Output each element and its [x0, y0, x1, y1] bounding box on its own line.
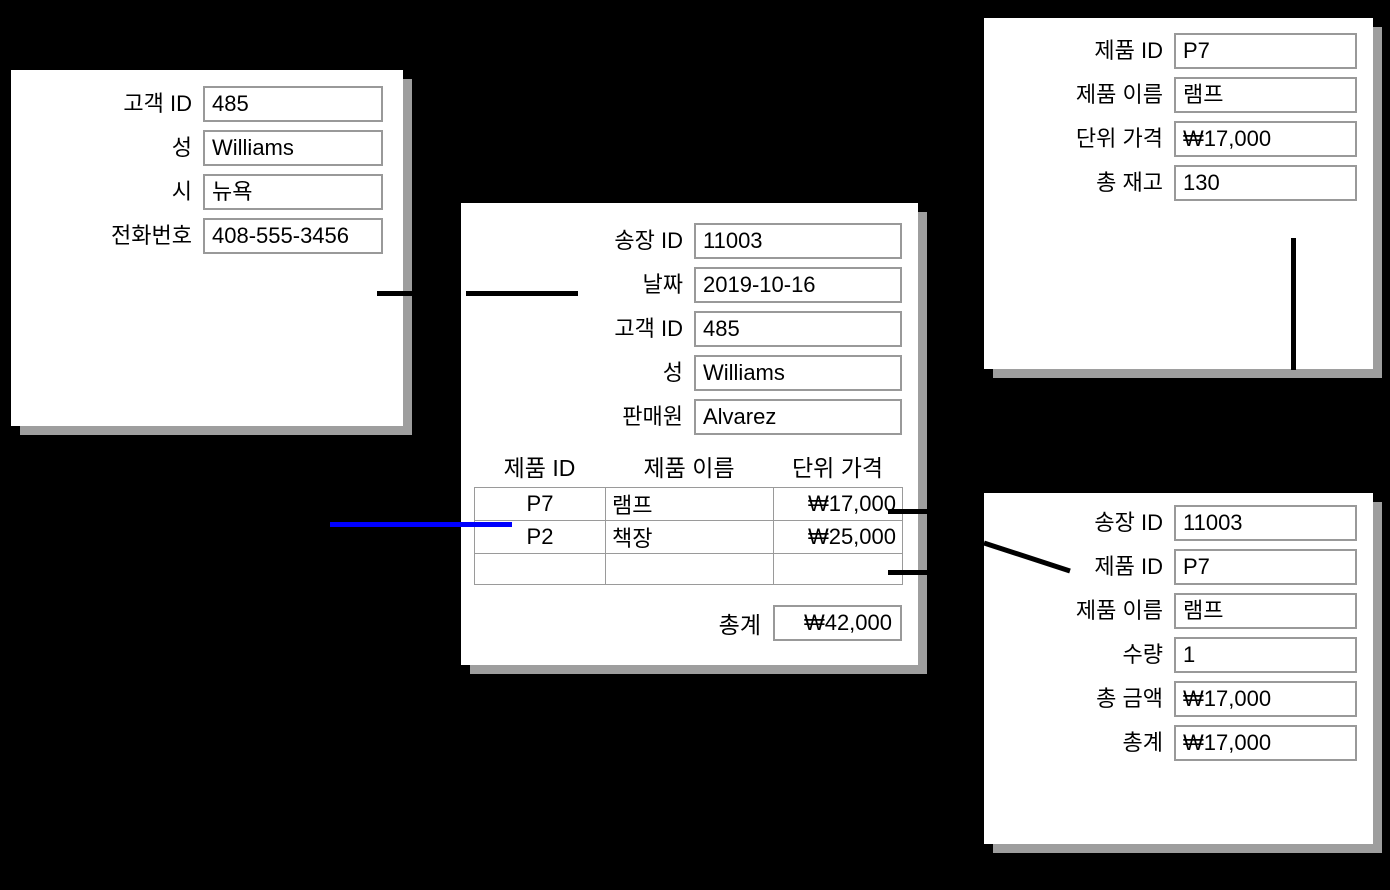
- field-row-city[interactable]: 시 뉴욕: [11, 174, 385, 210]
- field-label-li-quantity: 수량: [1122, 641, 1163, 667]
- field-label-unit-price: 단위 가격: [1075, 125, 1163, 151]
- field-input-phone[interactable]: 408-555-3456: [203, 218, 383, 254]
- table-row[interactable]: [474, 553, 903, 585]
- field-input-salesperson[interactable]: Alvarez: [694, 399, 902, 435]
- field-input-li-invoice-id[interactable]: 11003: [1174, 505, 1357, 541]
- invoice-total-label: 총계: [718, 612, 761, 638]
- field-input-invoice-id[interactable]: 11003: [694, 223, 902, 259]
- invoice-items-section: 제품 ID 제품 이름 단위 가격 P7 램프 ₩17,000 P2 책장 ₩2…: [474, 449, 903, 641]
- invoice-items-header: 제품 ID 제품 이름 단위 가격: [474, 449, 902, 483]
- cell-product-name[interactable]: 책장: [605, 520, 774, 554]
- field-label-last-name: 성: [171, 134, 192, 160]
- field-label-invoice-id: 송장 ID: [614, 227, 683, 253]
- invoice-total-row: 총계 ₩42,000: [474, 605, 902, 641]
- customer-card[interactable]: 고객 ID 485 성 Williams 시 뉴욕 전화번호 408-555-3…: [11, 70, 403, 426]
- field-input-li-total[interactable]: ₩17,000: [1174, 725, 1357, 761]
- field-row-li-product-name[interactable]: 제품 이름 램프: [984, 593, 1357, 629]
- connector-line-item-highlight: [330, 522, 512, 527]
- connector-customer-to-invoice-stub: [377, 291, 432, 296]
- field-row-phone[interactable]: 전화번호 408-555-3456: [11, 218, 385, 254]
- field-input-unit-price[interactable]: ₩17,000: [1174, 121, 1357, 157]
- field-label-product-name: 제품 이름: [1075, 81, 1163, 107]
- product-card-fields: 제품 ID P7 제품 이름 램프 단위 가격 ₩17,000 총 재고 130: [984, 33, 1357, 209]
- invoice-items-table[interactable]: P7 램프 ₩17,000 P2 책장 ₩25,000: [474, 487, 903, 585]
- field-row-invoice-date[interactable]: 날짜 2019-10-16: [461, 267, 902, 303]
- field-label-product-id: 제품 ID: [1094, 37, 1163, 63]
- field-row-invoice-id[interactable]: 송장 ID 11003: [461, 223, 902, 259]
- field-input-total-stock[interactable]: 130: [1174, 165, 1357, 201]
- field-input-city[interactable]: 뉴욕: [203, 174, 383, 210]
- column-header-unit-price: 단위 가격: [791, 455, 884, 481]
- field-row-invoice-customer-id[interactable]: 고객 ID 485: [461, 311, 902, 347]
- field-input-li-product-id[interactable]: P7: [1174, 549, 1357, 585]
- field-label-li-product-name: 제품 이름: [1075, 597, 1163, 623]
- cell-unit-price[interactable]: ₩17,000: [773, 487, 903, 521]
- connector-item-row3-stub: [888, 570, 932, 575]
- field-input-invoice-customer-id[interactable]: 485: [694, 311, 902, 347]
- field-label-invoice-last-name: 성: [662, 359, 683, 385]
- field-row-unit-price[interactable]: 단위 가격 ₩17,000: [984, 121, 1357, 157]
- field-row-last-name[interactable]: 성 Williams: [11, 130, 385, 166]
- invoice-total-value[interactable]: ₩42,000: [773, 605, 902, 641]
- connector-product-to-line-item-vertical-lower: [1291, 378, 1296, 493]
- field-label-total-stock: 총 재고: [1096, 169, 1163, 195]
- customer-card-fields: 고객 ID 485 성 Williams 시 뉴욕 전화번호 408-555-3…: [11, 86, 385, 262]
- column-header-product-id: 제품 ID: [503, 455, 576, 481]
- field-label-customer-id: 고객 ID: [123, 90, 192, 116]
- field-row-li-total[interactable]: 총계 ₩17,000: [984, 725, 1357, 761]
- connector-invoice-left-stub: [466, 291, 578, 296]
- table-row[interactable]: P7 램프 ₩17,000: [474, 487, 903, 521]
- field-input-product-name[interactable]: 램프: [1174, 77, 1357, 113]
- field-input-last-name[interactable]: Williams: [203, 130, 383, 166]
- field-row-total-stock[interactable]: 총 재고 130: [984, 165, 1357, 201]
- connector-item-to-line-item-diagonal: [983, 540, 1071, 574]
- cell-unit-price[interactable]: ₩25,000: [773, 520, 903, 554]
- column-header-product-name: 제품 이름: [643, 455, 735, 481]
- diagram-canvas: 고객 ID 485 성 Williams 시 뉴욕 전화번호 408-555-3…: [0, 0, 1390, 890]
- field-label-li-total: 총계: [1122, 729, 1163, 755]
- field-row-product-name[interactable]: 제품 이름 램프: [984, 77, 1357, 113]
- field-input-invoice-last-name[interactable]: Williams: [694, 355, 902, 391]
- cell-product-name[interactable]: 램프: [605, 487, 774, 521]
- field-label-city: 시: [171, 178, 192, 204]
- field-input-product-id[interactable]: P7: [1174, 33, 1357, 69]
- field-label-invoice-customer-id: 고객 ID: [614, 315, 683, 341]
- field-input-li-amount[interactable]: ₩17,000: [1174, 681, 1357, 717]
- field-label-phone: 전화번호: [111, 222, 192, 248]
- field-label-li-amount: 총 금액: [1096, 685, 1163, 711]
- field-input-invoice-date[interactable]: 2019-10-16: [694, 267, 902, 303]
- product-card[interactable]: 제품 ID P7 제품 이름 램프 단위 가격 ₩17,000 총 재고 130: [984, 18, 1373, 369]
- cell-unit-price[interactable]: [773, 553, 903, 585]
- field-row-li-amount[interactable]: 총 금액 ₩17,000: [984, 681, 1357, 717]
- field-input-customer-id[interactable]: 485: [203, 86, 383, 122]
- cell-product-name[interactable]: [605, 553, 774, 585]
- field-row-product-id[interactable]: 제품 ID P7: [984, 33, 1357, 69]
- field-row-invoice-last-name[interactable]: 성 Williams: [461, 355, 902, 391]
- field-row-customer-id[interactable]: 고객 ID 485: [11, 86, 385, 122]
- cell-product-id[interactable]: P7: [474, 487, 606, 521]
- field-label-salesperson: 판매원: [622, 403, 683, 429]
- invoice-card-fields: 송장 ID 11003 날짜 2019-10-16 고객 ID 485 성 Wi…: [461, 223, 902, 443]
- field-input-li-product-name[interactable]: 램프: [1174, 593, 1357, 629]
- connector-product-to-line-item-vertical: [1291, 238, 1296, 370]
- invoice-card[interactable]: 송장 ID 11003 날짜 2019-10-16 고객 ID 485 성 Wi…: [461, 203, 918, 665]
- cell-product-id[interactable]: [474, 553, 606, 585]
- field-row-li-quantity[interactable]: 수량 1: [984, 637, 1357, 673]
- connector-item-row1-stub: [888, 509, 932, 514]
- field-row-salesperson[interactable]: 판매원 Alvarez: [461, 399, 902, 435]
- table-row[interactable]: P2 책장 ₩25,000: [474, 520, 903, 554]
- field-input-li-quantity[interactable]: 1: [1174, 637, 1357, 673]
